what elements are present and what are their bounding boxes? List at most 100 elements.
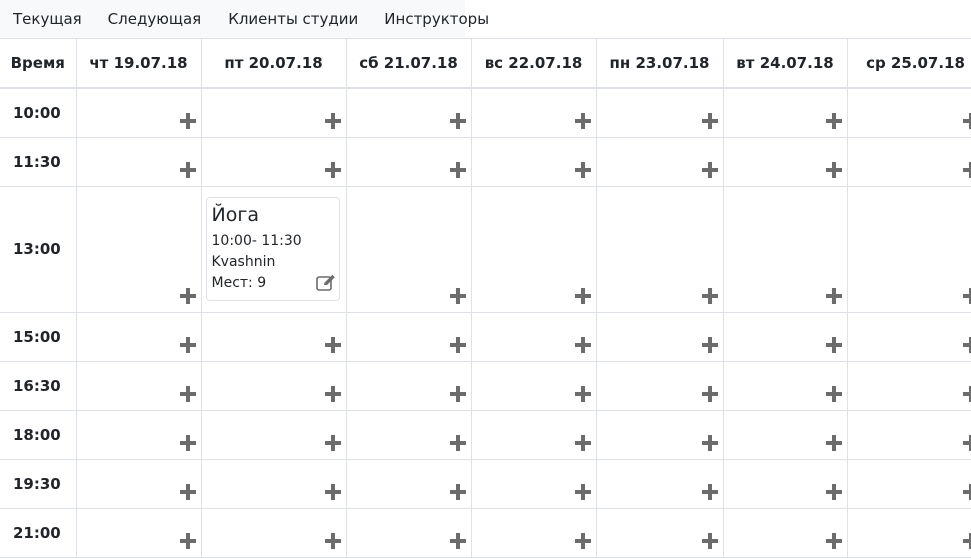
plus-icon[interactable] [575,113,591,129]
plus-icon[interactable] [826,288,842,304]
plus-icon[interactable] [702,533,718,549]
plus-icon[interactable] [325,484,341,500]
plus-icon[interactable] [963,435,971,451]
schedule-cell [596,137,723,186]
time-row: 13:00 Йога10:00- 11:30KvashninМест: 9 [0,186,971,312]
time-label: 13:00 [0,186,76,312]
schedule-cell: Йога10:00- 11:30KvashninМест: 9 [201,186,346,312]
plus-icon[interactable] [826,533,842,549]
schedule-cell [471,459,596,508]
schedule-cell [847,88,971,137]
plus-icon[interactable] [702,162,718,178]
plus-icon[interactable] [450,386,466,402]
day-header: вт 24.07.18 [723,39,847,89]
plus-icon[interactable] [575,533,591,549]
plus-icon[interactable] [963,162,971,178]
schedule-cell [201,312,346,361]
plus-icon[interactable] [575,288,591,304]
schedule-cell [847,508,971,557]
plus-icon[interactable] [963,113,971,129]
plus-icon[interactable] [325,337,341,353]
schedule-cell [847,410,971,459]
plus-icon[interactable] [450,435,466,451]
plus-icon[interactable] [963,484,971,500]
plus-icon[interactable] [325,162,341,178]
plus-icon[interactable] [180,162,196,178]
time-label: 15:00 [0,312,76,361]
schedule-cell [76,312,201,361]
plus-icon[interactable] [963,386,971,402]
time-label: 19:30 [0,459,76,508]
tab-next[interactable]: Следующая [108,10,202,28]
plus-icon[interactable] [826,162,842,178]
schedule-cell [201,137,346,186]
time-label: 21:00 [0,508,76,557]
plus-icon[interactable] [826,484,842,500]
plus-icon[interactable] [325,386,341,402]
event-card[interactable]: Йога10:00- 11:30KvashninМест: 9 [206,197,340,301]
schedule-cell [596,312,723,361]
plus-icon[interactable] [450,162,466,178]
schedule-cell [76,508,201,557]
schedule-cell [723,508,847,557]
schedule-cell [596,361,723,410]
plus-icon[interactable] [325,435,341,451]
plus-icon[interactable] [180,113,196,129]
plus-icon[interactable] [325,113,341,129]
tab-instructors[interactable]: Инструкторы [384,10,489,28]
plus-icon[interactable] [575,386,591,402]
edit-icon[interactable] [316,274,336,292]
plus-icon[interactable] [826,337,842,353]
time-row: 16:30 [0,361,971,410]
day-header: пт 20.07.18 [201,39,346,89]
plus-icon[interactable] [963,337,971,353]
time-column-header: Время [0,39,76,89]
plus-icon[interactable] [450,337,466,353]
day-header: пн 23.07.18 [596,39,723,89]
plus-icon[interactable] [826,113,842,129]
plus-icon[interactable] [450,484,466,500]
time-label: 18:00 [0,410,76,459]
plus-icon[interactable] [702,337,718,353]
plus-icon[interactable] [575,337,591,353]
schedule-cell [596,459,723,508]
schedule-cell [76,459,201,508]
day-header: вс 22.07.18 [471,39,596,89]
schedule-cell [76,186,201,312]
schedule-cell [76,137,201,186]
schedule-cell [847,137,971,186]
plus-icon[interactable] [180,484,196,500]
time-label: 11:30 [0,137,76,186]
schedule-cell [596,88,723,137]
plus-icon[interactable] [702,386,718,402]
time-label: 16:30 [0,361,76,410]
plus-icon[interactable] [450,533,466,549]
plus-icon[interactable] [325,533,341,549]
plus-icon[interactable] [702,288,718,304]
plus-icon[interactable] [180,435,196,451]
plus-icon[interactable] [180,386,196,402]
plus-icon[interactable] [180,288,196,304]
plus-icon[interactable] [450,288,466,304]
plus-icon[interactable] [702,484,718,500]
event-instructor: Kvashnin [212,252,334,273]
nav-tabs: Текущая Следующая Клиенты студии Инструк… [0,0,465,38]
plus-icon[interactable] [826,386,842,402]
plus-icon[interactable] [963,533,971,549]
schedule-cell [723,312,847,361]
plus-icon[interactable] [826,435,842,451]
tab-current[interactable]: Текущая [13,10,82,28]
plus-icon[interactable] [180,533,196,549]
schedule-cell [346,361,471,410]
plus-icon[interactable] [180,337,196,353]
schedule-cell [723,361,847,410]
schedule-cell [346,137,471,186]
plus-icon[interactable] [702,435,718,451]
tab-studio-clients[interactable]: Клиенты студии [228,10,358,28]
plus-icon[interactable] [575,484,591,500]
plus-icon[interactable] [575,162,591,178]
plus-icon[interactable] [963,288,971,304]
plus-icon[interactable] [450,113,466,129]
plus-icon[interactable] [702,113,718,129]
plus-icon[interactable] [575,435,591,451]
